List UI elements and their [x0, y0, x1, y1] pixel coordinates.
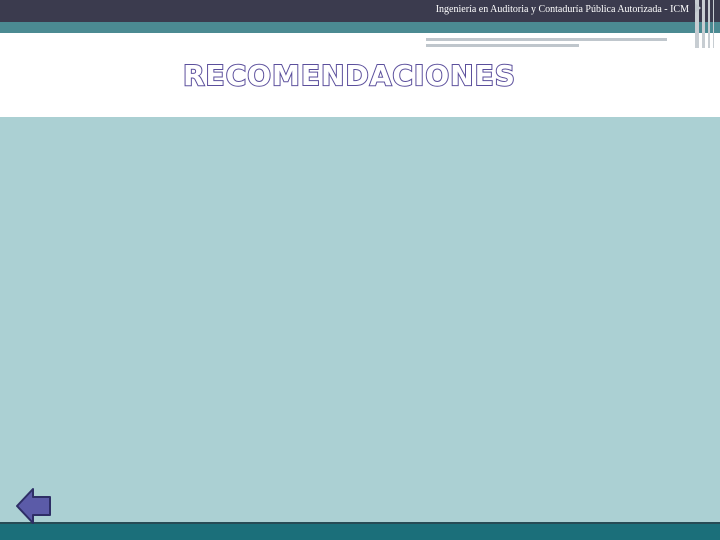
bottom-bar	[0, 522, 720, 540]
teal-band	[0, 22, 720, 33]
slide-title: RECOMENDACIONES	[182, 58, 516, 93]
decorative-line	[426, 38, 667, 41]
decorative-bar	[713, 0, 714, 48]
decorative-bar	[702, 0, 705, 48]
content-area	[0, 117, 720, 522]
top-bar: Ingeniería en Auditoria y Contaduría Púb…	[0, 0, 720, 22]
decorative-triangle-icon	[695, 3, 701, 13]
arrow-left-icon	[16, 488, 51, 524]
header-text: Ingeniería en Auditoria y Contaduría Púb…	[435, 4, 689, 15]
back-button[interactable]	[15, 487, 53, 525]
decorative-bar	[708, 0, 710, 48]
decorative-line	[426, 44, 579, 47]
